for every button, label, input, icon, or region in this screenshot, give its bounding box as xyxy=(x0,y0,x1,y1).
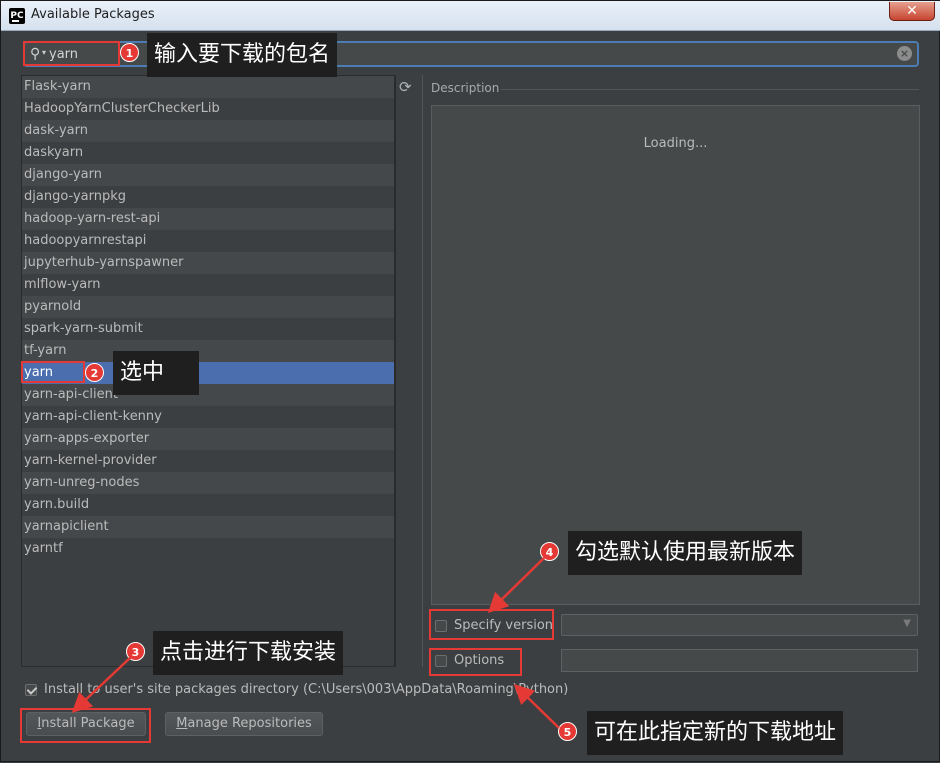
close-button[interactable]: ✕ xyxy=(889,2,935,21)
dialog-window: PC Available Packages ✕ ⚲ ▾ × Flask-yarn… xyxy=(0,0,940,762)
title-bar[interactable]: PC Available Packages ✕ xyxy=(1,1,940,31)
clear-search-icon[interactable]: × xyxy=(897,46,912,61)
package-list-item[interactable]: jupyterhub-yarnspawner xyxy=(22,252,394,274)
options-input[interactable] xyxy=(561,649,918,672)
description-panel: Loading... xyxy=(431,105,920,605)
package-list-item[interactable]: Flask-yarn xyxy=(22,76,394,98)
description-label: Description xyxy=(431,81,500,95)
package-list-item[interactable]: mlflow-yarn xyxy=(22,274,394,296)
callout-select: 选中 xyxy=(113,351,199,395)
install-to-user-label[interactable]: Install to user's site packages director… xyxy=(44,682,568,697)
package-list-item[interactable]: django-yarnpkg xyxy=(22,186,394,208)
window-title: Available Packages xyxy=(31,7,155,22)
highlight-options xyxy=(429,648,522,676)
package-list-item[interactable]: spark-yarn-submit xyxy=(22,318,394,340)
package-list-item[interactable]: HadoopYarnClusterCheckerLib xyxy=(22,98,394,120)
package-list-item[interactable]: yarn-api-client xyxy=(22,384,394,406)
package-list-item[interactable]: yarntf xyxy=(22,538,394,560)
package-list-item[interactable]: hadoop-yarn-rest-api xyxy=(22,208,394,230)
install-to-user-checkbox[interactable] xyxy=(25,684,37,696)
highlight-selected-package xyxy=(21,361,85,383)
callout-options: 可在此指定新的下载地址 xyxy=(587,711,844,755)
package-list-item[interactable]: dask-yarn xyxy=(22,120,394,142)
callout-search: 输入要下载的包名 xyxy=(147,33,338,77)
manage-label-rest: anage Repositories xyxy=(187,716,312,731)
highlight-search xyxy=(23,41,120,66)
panel-splitter[interactable] xyxy=(422,75,423,667)
step-badge-4: 4 xyxy=(540,542,559,561)
package-list-item[interactable]: django-yarn xyxy=(22,164,394,186)
package-list-item[interactable]: yarnapiclient xyxy=(22,516,394,538)
callout-install: 点击进行下载安装 xyxy=(153,631,344,675)
step-badge-5: 5 xyxy=(558,722,577,741)
description-divider xyxy=(501,89,919,90)
step-badge-2: 2 xyxy=(85,363,104,382)
manage-repositories-button[interactable]: Manage Repositories xyxy=(165,712,323,736)
highlight-install-button xyxy=(20,708,151,743)
manage-mnemonic: M xyxy=(176,716,188,731)
version-dropdown[interactable]: ▼ xyxy=(561,614,918,636)
loading-text: Loading... xyxy=(643,136,708,151)
package-list-item[interactable]: yarn.build xyxy=(22,494,394,516)
package-list-item[interactable]: yarn-unreg-nodes xyxy=(22,472,394,494)
refresh-icon[interactable]: ⟳ xyxy=(399,79,412,95)
package-list-item[interactable]: yarn-kernel-provider xyxy=(22,450,394,472)
step-badge-3: 3 xyxy=(126,642,145,661)
package-list-item[interactable]: yarn-api-client-kenny xyxy=(22,406,394,428)
package-list-item[interactable]: tf-yarn xyxy=(22,340,394,362)
highlight-specify-version xyxy=(429,609,554,640)
package-list-item[interactable]: pyarnold xyxy=(22,296,394,318)
step-badge-1: 1 xyxy=(120,43,139,62)
package-list-item[interactable]: daskyarn xyxy=(22,142,394,164)
list-divider xyxy=(395,75,396,667)
pycharm-app-icon: PC xyxy=(9,8,25,24)
chevron-down-icon[interactable]: ▼ xyxy=(903,618,911,629)
callout-specify-version: 勾选默认使用最新版本 xyxy=(568,531,803,575)
package-list-item[interactable]: hadoopyarnrestapi xyxy=(22,230,394,252)
package-list-item[interactable]: yarn-apps-exporter xyxy=(22,428,394,450)
